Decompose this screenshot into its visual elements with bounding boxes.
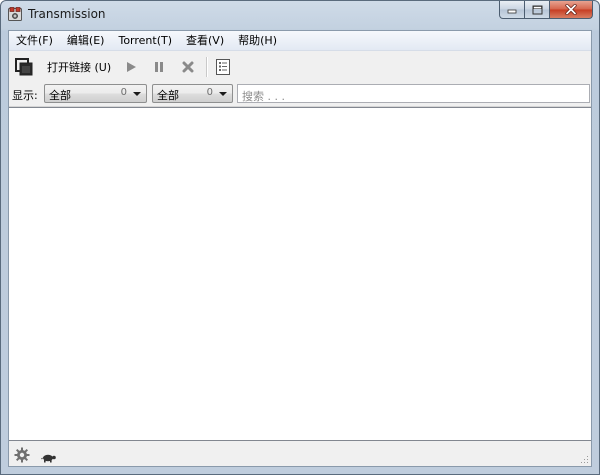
search-input[interactable] xyxy=(242,89,582,104)
preferences-button[interactable] xyxy=(14,447,30,463)
speed-limit-button[interactable] xyxy=(41,449,57,463)
tracker-filter-count: 0 xyxy=(206,87,213,98)
menu-torrent[interactable]: Torrent(T) xyxy=(111,32,179,50)
caption-buttons xyxy=(499,1,593,20)
menu-bar: 文件(F) 编辑(E) Torrent(T) 查看(V) 帮助(H) xyxy=(9,31,591,51)
maximize-button[interactable] xyxy=(525,1,550,19)
filter-label: 显示: xyxy=(12,89,38,102)
remove-button[interactable] xyxy=(178,56,198,78)
maximize-icon xyxy=(532,5,542,14)
open-torrent-icon xyxy=(15,58,33,76)
chevron-down-icon xyxy=(133,92,141,96)
close-button[interactable] xyxy=(550,1,593,19)
torrent-list[interactable] xyxy=(9,107,591,441)
menu-view[interactable]: 查看(V) xyxy=(179,32,231,50)
start-button[interactable] xyxy=(121,56,141,78)
close-icon xyxy=(565,4,577,15)
status-bar xyxy=(9,442,591,466)
properties-list-icon xyxy=(216,59,230,75)
open-torrent-button[interactable] xyxy=(13,56,35,78)
pause-icon xyxy=(155,62,163,72)
activity-filter-value: 全部 xyxy=(49,89,71,102)
open-url-label: 打开链接 (U) xyxy=(47,61,112,74)
gear-icon xyxy=(14,447,30,463)
activity-filter-count: 0 xyxy=(120,87,127,98)
resize-grip-icon[interactable] xyxy=(579,454,589,464)
title-bar[interactable]: Transmission xyxy=(1,1,599,29)
minimize-icon xyxy=(507,9,517,13)
turtle-icon xyxy=(41,454,56,463)
menu-help[interactable]: 帮助(H) xyxy=(231,32,284,50)
menu-edit[interactable]: 编辑(E) xyxy=(60,32,112,50)
pause-button[interactable] xyxy=(149,56,169,78)
window-title: Transmission xyxy=(28,7,106,21)
tracker-filter-value: 全部 xyxy=(157,89,179,102)
client-area: 文件(F) 编辑(E) Torrent(T) 查看(V) 帮助(H) 打开链接 … xyxy=(8,30,592,467)
search-box[interactable] xyxy=(237,84,590,104)
chevron-down-icon xyxy=(219,92,227,96)
minimize-button[interactable] xyxy=(499,1,525,19)
remove-x-icon xyxy=(182,61,194,73)
open-url-button[interactable]: 打开链接 (U) xyxy=(47,56,111,78)
properties-button[interactable] xyxy=(212,56,234,78)
activity-filter-combo[interactable]: 全部 0 xyxy=(44,84,147,103)
filter-bar: 显示: 全部 0 全部 0 xyxy=(9,82,591,107)
transmission-app-icon xyxy=(8,7,22,21)
tracker-filter-combo[interactable]: 全部 0 xyxy=(152,84,233,103)
menu-file[interactable]: 文件(F) xyxy=(9,32,60,50)
play-icon xyxy=(127,62,136,72)
app-window: Transmission 文件(F) 编辑(E) Torrent(T) 查看(V… xyxy=(0,0,600,475)
toolbar: 打开链接 (U) xyxy=(9,51,591,81)
toolbar-separator xyxy=(206,57,208,77)
